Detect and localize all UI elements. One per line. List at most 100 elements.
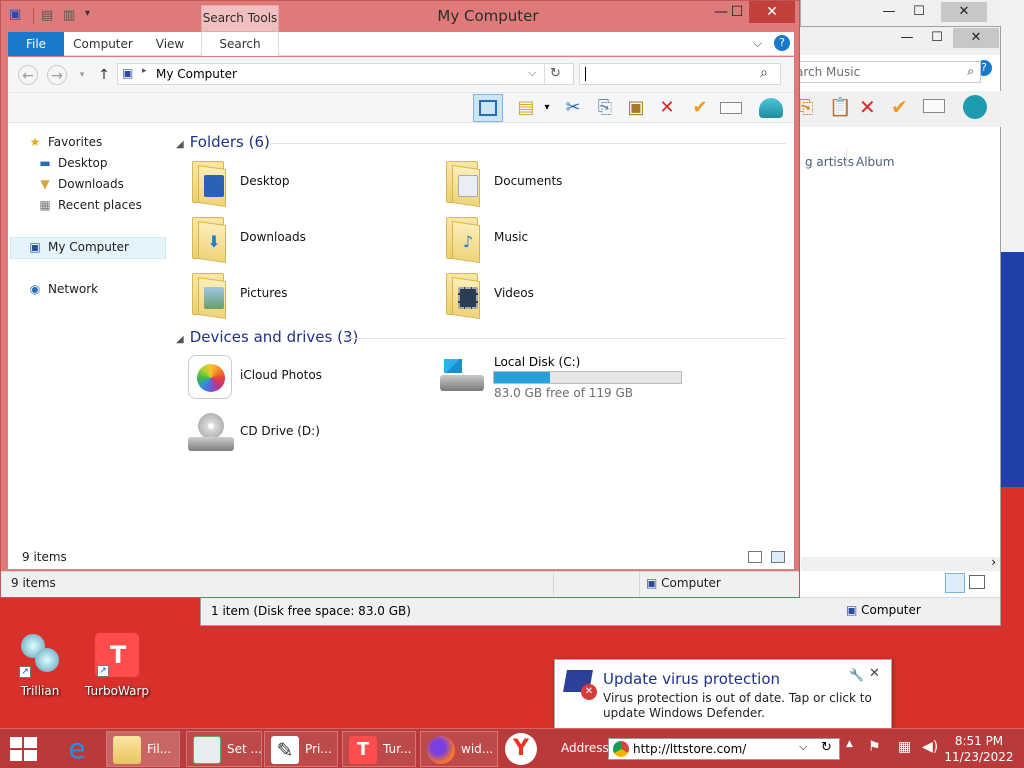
network-icon: ◉	[29, 282, 41, 296]
rename-icon[interactable]	[718, 96, 744, 120]
paste-icon[interactable]: 📋	[829, 97, 851, 118]
refresh-icon[interactable]: ↻	[821, 740, 832, 755]
close-icon[interactable]: ✕	[941, 2, 987, 22]
shell-icon[interactable]	[963, 95, 987, 119]
delete-icon[interactable]: ✕	[654, 96, 680, 120]
address-url: http://lttstore.com/	[633, 742, 747, 756]
action-center-icon[interactable]: ⚑	[868, 739, 881, 755]
search-input[interactable]: ⌕	[579, 63, 781, 85]
device-cd-drive[interactable]: CD Drive (D:)	[188, 409, 388, 459]
properties-icon[interactable]: ▤	[513, 96, 539, 120]
chevron-down-icon[interactable]: ⌵	[528, 66, 536, 80]
tab-file[interactable]: File	[8, 32, 64, 56]
refresh-icon[interactable]: ↻	[550, 66, 561, 81]
new-folder-icon[interactable]: ▥	[63, 8, 75, 24]
qat-dropdown-icon[interactable]: ▾	[85, 8, 90, 24]
taskbar-firefox[interactable]: wid...	[420, 731, 498, 767]
close-icon[interactable]: ✕	[749, 1, 795, 23]
maximize-icon[interactable]: ☐	[723, 1, 751, 23]
search-icon[interactable]: ⌕	[967, 64, 974, 79]
collapse-icon[interactable]: ◢	[176, 334, 184, 345]
breadcrumb-separator-icon[interactable]: ▸	[142, 66, 147, 76]
copy-icon[interactable]: ⎘	[799, 97, 813, 118]
device-local-disk[interactable]: Local Disk (C:) 83.0 GB free of 119 GB	[440, 353, 700, 403]
folders-group-header[interactable]: ◢ Folders (6)	[176, 133, 270, 151]
yandex-icon[interactable]: Y	[505, 733, 537, 765]
close-icon[interactable]: ✕	[953, 28, 999, 48]
maximize-icon[interactable]: ☐	[919, 28, 955, 48]
rename-icon[interactable]	[923, 99, 945, 113]
tiles-view-icon[interactable]	[969, 575, 985, 589]
music-search-input[interactable]: arch Music ⌕	[791, 61, 981, 83]
desktop-icon-turbowarp[interactable]: T ↗ TurboWarp	[85, 632, 149, 698]
check-icon[interactable]: ✔	[687, 96, 713, 120]
chevron-down-icon[interactable]: ⌵	[799, 740, 807, 754]
volume-icon[interactable]: ◀)	[922, 739, 938, 755]
address-input[interactable]: ▣ ▸ My Computer ⌵ ↻	[117, 63, 574, 85]
tab-computer[interactable]: Computer	[68, 32, 138, 56]
device-icloud-photos[interactable]: iCloud Photos	[188, 353, 388, 403]
folder-music[interactable]: ♪ Music	[442, 215, 642, 265]
cut-icon[interactable]: ✂	[560, 96, 586, 120]
folder-documents[interactable]: Documents	[442, 159, 642, 209]
paste-icon[interactable]: ▣	[623, 96, 649, 120]
icloud-photos-icon	[188, 355, 232, 399]
explorer-window[interactable]: ▣ ▤ ▥ ▾ Search Tools My Computer — ☐ ✕ F…	[0, 0, 800, 598]
folder-desktop[interactable]: Desktop	[188, 159, 388, 209]
tab-search[interactable]: Search	[201, 32, 279, 56]
folder-videos[interactable]: Videos	[442, 271, 642, 321]
folder-downloads[interactable]: ⬇ Downloads	[188, 215, 388, 265]
shell-icon[interactable]	[758, 96, 784, 120]
delete-icon[interactable]: ✕	[859, 95, 876, 119]
background-window-2[interactable]: — ☐ ✕	[800, 0, 1000, 26]
collapse-icon[interactable]: ◢	[176, 139, 184, 150]
nav-recent-places[interactable]: ▦ Recent places	[36, 195, 142, 215]
clock[interactable]: 8:51 PM 11/23/2022	[944, 733, 1014, 765]
details-view-icon[interactable]	[945, 573, 965, 593]
devices-group-header[interactable]: ◢ Devices and drives (3)	[176, 328, 358, 346]
computer-icon[interactable]: ▣	[9, 7, 21, 23]
start-button[interactable]	[10, 737, 38, 761]
taskbar-turbowarp[interactable]: T Tur...	[342, 731, 416, 767]
taskbar-print[interactable]: ✎ Pri...	[264, 731, 338, 767]
breadcrumb[interactable]: My Computer	[156, 67, 237, 81]
details-view-icon[interactable]	[748, 551, 762, 563]
status-text: 1 item (Disk free space: 83.0 GB)	[211, 604, 411, 618]
large-icons-view-icon[interactable]	[771, 551, 785, 563]
horizontal-scrollbar[interactable]: ›	[801, 555, 1000, 571]
taskbar-address-input[interactable]: http://lttstore.com/ ⌵ ↻	[608, 738, 840, 760]
maximize-icon[interactable]: ☐	[901, 2, 937, 22]
nav-desktop[interactable]: ▬ Desktop	[36, 153, 107, 173]
desktop-icon-trillian[interactable]: ↗ Trillian	[8, 632, 72, 698]
properties-icon[interactable]: ▤	[41, 8, 53, 24]
forward-icon[interactable]: →	[47, 65, 67, 85]
search-icon[interactable]: ⌕	[760, 65, 768, 81]
internet-explorer-icon[interactable]: e	[60, 733, 94, 765]
nav-my-computer[interactable]: ▣ My Computer	[26, 237, 129, 257]
taskbar-file-explorer[interactable]: Fil...	[106, 731, 180, 767]
tab-view[interactable]: View	[143, 32, 197, 56]
search-tools-tab[interactable]: Search Tools	[201, 5, 279, 32]
help-icon[interactable]: ?	[774, 35, 790, 51]
chevron-down-icon[interactable]: ⌵	[753, 36, 762, 51]
recent-dropdown-icon[interactable]: ▾	[72, 65, 92, 85]
check-icon[interactable]: ✔	[891, 95, 908, 119]
wrench-icon[interactable]: 🔧	[849, 668, 864, 682]
nav-favorites[interactable]: ★ Favorites	[26, 132, 103, 152]
network-icon[interactable]: ▦	[898, 739, 911, 755]
taskbar-settings[interactable]: Set ...	[186, 731, 262, 767]
title-bar[interactable]: ▣ ▤ ▥ ▾ Search Tools My Computer — ☐ ✕	[1, 1, 799, 32]
preview-pane-icon[interactable]	[473, 94, 503, 122]
notification-toast[interactable]: ✕ Update virus protection Virus protecti…	[554, 659, 892, 729]
column-album[interactable]: Album	[856, 155, 894, 169]
scroll-right-icon[interactable]: ›	[991, 555, 996, 569]
up-icon[interactable]: ↑	[94, 65, 114, 85]
show-hidden-icons[interactable]: ▲	[846, 739, 853, 749]
close-icon[interactable]: ✕	[869, 666, 880, 681]
dropdown-icon[interactable]: ▾	[540, 96, 554, 120]
folder-pictures[interactable]: Pictures	[188, 271, 388, 321]
copy-icon[interactable]: ⎘	[592, 96, 618, 120]
nav-network[interactable]: ◉ Network	[26, 279, 98, 299]
back-icon[interactable]: ←	[18, 65, 38, 85]
nav-downloads[interactable]: ▼ Downloads	[36, 174, 124, 194]
